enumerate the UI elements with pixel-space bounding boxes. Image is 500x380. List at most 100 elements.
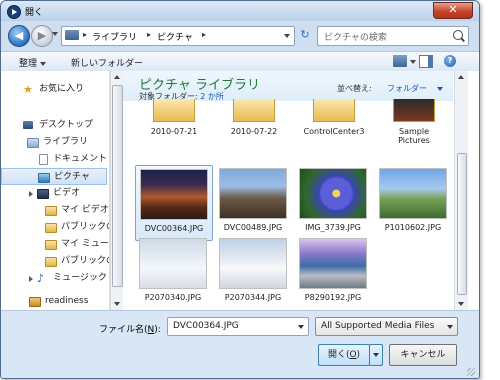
chevron-down-icon xyxy=(40,61,47,66)
open-options-button[interactable] xyxy=(369,344,383,366)
file-name: DVC00489.JPG xyxy=(223,223,283,232)
scroll-thumb[interactable] xyxy=(457,153,467,295)
videos-icon xyxy=(37,189,49,199)
folder-name: ControlCenter3 xyxy=(303,127,365,136)
file-item[interactable]: IMG_3739.JPG xyxy=(295,165,371,239)
back-button[interactable]: ◀ xyxy=(8,25,30,47)
nav-item-public-music[interactable]: パブリックの xyxy=(1,253,110,270)
resize-grip[interactable] xyxy=(467,368,475,376)
scroll-down-icon[interactable] xyxy=(114,302,120,306)
library-header: ピクチャ ライブラリ 対象フォルダー: 2 か所 並べ替え: フォルダー xyxy=(123,71,453,101)
nav-scrollbar[interactable] xyxy=(110,71,123,310)
navigation-pane: ★ お気に入り デスクトップ ライブラリ ドキュメント ピクチャ ビデオ マイ … xyxy=(1,71,110,310)
title-bar[interactable]: 開く ✕ xyxy=(1,1,479,21)
search-input[interactable]: ピクチャの検索 xyxy=(317,26,469,46)
folder-item[interactable]: Sample Pictures xyxy=(373,99,453,145)
preview-pane-icon[interactable] xyxy=(419,55,433,68)
filename-label-end: ): xyxy=(154,325,161,335)
scroll-down-icon[interactable] xyxy=(458,302,464,306)
file-item[interactable]: DVC00489.JPG xyxy=(215,165,291,239)
nav-item-my-music[interactable]: マイ ミュージ xyxy=(1,236,109,253)
open-label: 開く( xyxy=(327,350,350,360)
file-item[interactable]: P2070344.JPG xyxy=(215,235,291,309)
breadcrumb-pictures[interactable]: ピクチャ xyxy=(157,30,193,43)
file-item[interactable]: P2070340.JPG xyxy=(135,235,211,309)
new-folder-button[interactable]: 新しいフォルダー xyxy=(71,56,143,69)
nav-item-libraries[interactable]: ライブラリ xyxy=(1,134,107,151)
file-name: P2070344.JPG xyxy=(224,293,282,302)
folder-item[interactable]: 2010-07-21 xyxy=(133,99,215,136)
file-item[interactable]: P1010602.JPG xyxy=(375,165,451,239)
nav-label: パブリックの xyxy=(61,256,110,266)
filename-label-text: ファイル名( xyxy=(99,325,148,335)
breadcrumb-separator[interactable]: ▸ xyxy=(202,30,206,39)
nav-item-my-videos[interactable]: マイ ビデオ xyxy=(1,202,109,219)
folder-icon xyxy=(65,30,79,40)
thumbnail xyxy=(299,168,367,219)
file-item[interactable]: P8290192.JPG xyxy=(295,235,371,309)
nav-label: マイ ミュージ xyxy=(61,239,109,249)
nav-label: ビデオ xyxy=(53,188,81,198)
cancel-button[interactable]: キャンセル xyxy=(389,344,457,366)
nav-label: ライブラリ xyxy=(43,137,89,147)
scroll-up-icon[interactable] xyxy=(458,75,464,79)
breadcrumb-separator[interactable]: ▸ xyxy=(83,30,87,39)
file-list-scrollbar[interactable] xyxy=(454,71,468,310)
breadcrumb-separator[interactable]: ▸ xyxy=(147,30,151,39)
filename-value: DVC00364.JPG xyxy=(173,321,239,331)
address-dropdown[interactable] xyxy=(284,34,290,38)
views-dropdown[interactable] xyxy=(410,60,416,64)
thumbnail xyxy=(299,238,367,289)
nav-item-videos[interactable]: ビデオ xyxy=(1,185,107,202)
forward-button[interactable]: ▶ xyxy=(31,25,53,47)
folder-item[interactable]: 2010-07-22 xyxy=(213,99,295,136)
views-icon[interactable] xyxy=(393,55,407,67)
recent-pages-dropdown[interactable] xyxy=(52,32,58,36)
filename-input[interactable]: DVC00364.JPG xyxy=(167,317,309,336)
open-dialog: 開く ✕ ◀ ▶ ▸ ライブラリ ▸ ピクチャ ▸ ↻ ピクチャの検索 整理 新… xyxy=(0,0,480,379)
nav-item-favorites[interactable]: ★ お気に入り xyxy=(1,81,107,98)
chevron-down-icon[interactable] xyxy=(298,325,304,329)
file-type-select[interactable]: All Supported Media Files xyxy=(315,317,458,336)
thumbnail xyxy=(379,168,447,219)
nav-label: お気に入り xyxy=(39,84,85,94)
file-type-value: All Supported Media Files xyxy=(321,321,435,331)
help-icon[interactable]: ? xyxy=(444,55,456,67)
file-item-selected[interactable]: DVC00364.JPG xyxy=(135,165,213,241)
nav-label: readiness xyxy=(45,296,89,306)
nav-item-user-folder[interactable]: readiness xyxy=(1,293,107,310)
open-hotkey: O xyxy=(349,350,357,360)
nav-item-public-videos[interactable]: パブリックの xyxy=(1,219,109,236)
sort-by-link[interactable]: フォルダー xyxy=(387,83,427,94)
scroll-up-icon[interactable] xyxy=(114,75,120,79)
chevron-down-icon[interactable] xyxy=(447,325,453,329)
folder-icon xyxy=(233,99,275,122)
nav-item-pictures[interactable]: ピクチャ xyxy=(1,168,107,185)
content-area: ★ お気に入り デスクトップ ライブラリ ドキュメント ピクチャ ビデオ マイ … xyxy=(1,71,479,310)
open-button[interactable]: 開く(O) xyxy=(318,344,370,366)
scroll-thumb[interactable] xyxy=(112,85,123,287)
folder-item[interactable]: ControlCenter3 xyxy=(293,99,375,136)
folder-name: 2010-07-22 xyxy=(230,127,278,136)
address-bar[interactable]: ▸ ライブラリ ▸ ピクチャ ▸ xyxy=(61,26,295,46)
file-name: P2070340.JPG xyxy=(144,293,202,302)
chevron-down-icon[interactable] xyxy=(437,87,443,91)
nav-item-music[interactable]: ♪ ミュージック xyxy=(1,270,107,287)
folder-icon xyxy=(45,257,57,267)
breadcrumb-libraries[interactable]: ライブラリ xyxy=(92,30,137,43)
nav-item-desktop[interactable]: デスクトップ xyxy=(1,117,107,134)
search-icon[interactable] xyxy=(453,30,463,40)
user-folder-icon xyxy=(29,297,41,307)
documents-icon xyxy=(39,154,48,165)
nav-label: ミュージック xyxy=(53,273,107,283)
nav-item-documents[interactable]: ドキュメント xyxy=(1,151,107,168)
expand-icon[interactable] xyxy=(29,276,33,282)
music-icon: ♪ xyxy=(37,272,45,285)
organize-button[interactable]: 整理 xyxy=(19,56,47,69)
refresh-button[interactable]: ↻ xyxy=(297,27,313,43)
file-list-pane: ピクチャ ライブラリ 対象フォルダー: 2 か所 並べ替え: フォルダー 201… xyxy=(123,71,453,310)
expand-icon[interactable] xyxy=(29,191,33,197)
nav-label: マイ ビデオ xyxy=(61,205,109,215)
close-button[interactable]: ✕ xyxy=(433,2,473,19)
folder-icon xyxy=(45,223,57,233)
